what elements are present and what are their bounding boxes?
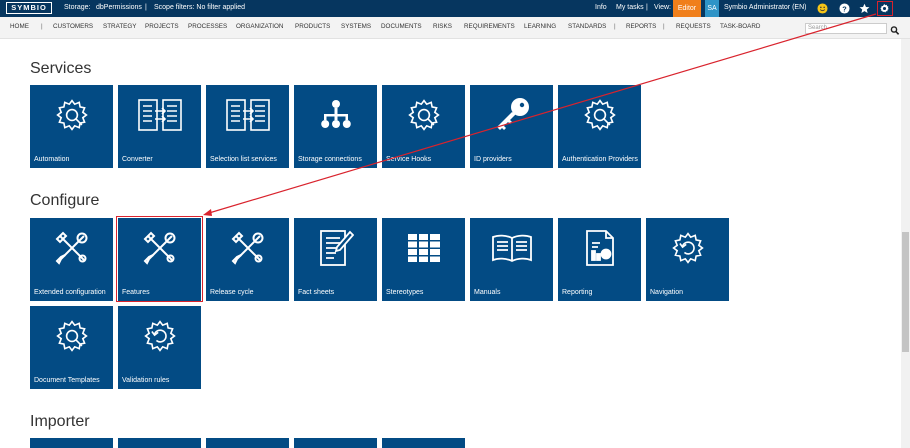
page: SYMBIO Storage: dbPermissions | Scope fi… [0, 0, 910, 448]
annotation-arrow [203, 13, 877, 216]
